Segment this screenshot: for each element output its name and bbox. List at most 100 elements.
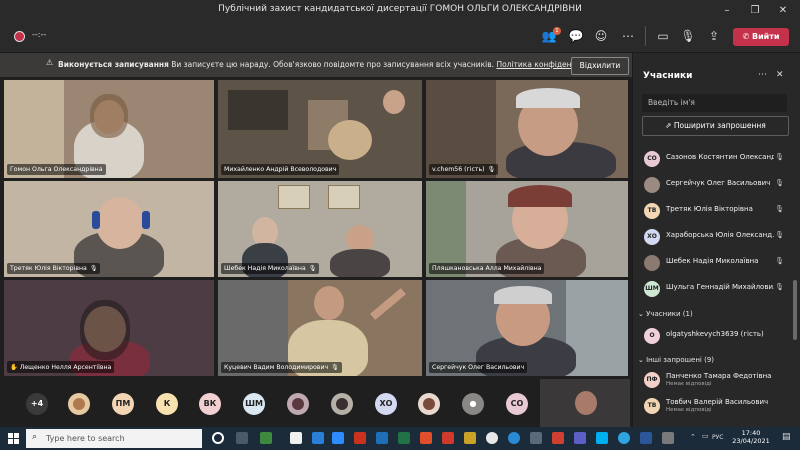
attendees-section-header[interactable]: ⌄ Учасники (1) — [638, 310, 693, 318]
close-icon[interactable]: ✕ — [772, 3, 794, 19]
telegram-icon[interactable] — [618, 432, 630, 444]
file-explorer-icon[interactable] — [464, 432, 476, 444]
cortana-icon[interactable] — [212, 432, 224, 444]
participant-avatar[interactable]: ● — [462, 393, 484, 415]
excel-icon[interactable] — [398, 432, 410, 444]
chat-icon[interactable]: 💬 — [568, 28, 584, 44]
leave-label: Вийти — [751, 32, 780, 41]
share-screen-icon[interactable]: ⇪ — [706, 28, 722, 44]
edge-icon[interactable] — [508, 432, 520, 444]
mic-icon: 🎙 — [89, 265, 98, 272]
amazon-icon[interactable] — [290, 432, 302, 444]
task-view-icon[interactable] — [236, 432, 248, 444]
participant-name: Шебек Надія Миколаївна 🎙 — [221, 263, 320, 274]
participant-row[interactable]: ШМ Шульга Геннадій Михайлови... 🎙 — [638, 279, 788, 299]
participant-row[interactable]: ТВ Товбич Валерій Васильович Немає відпо… — [638, 396, 788, 416]
participant-search-input[interactable]: Введіть ім'я — [642, 94, 787, 112]
video-tile[interactable]: ✋ Лещенко Нелля Арсентіївна — [4, 280, 214, 376]
app-icon[interactable] — [260, 432, 272, 444]
participant-avatar: СО — [644, 151, 660, 167]
more-options-icon[interactable]: ⋯ — [620, 28, 636, 44]
participant-row-name: Сергейчук Олег Васильович — [666, 179, 771, 187]
invited-section-header[interactable]: ⌄ Інші запрошені (9) — [638, 356, 714, 364]
clock-date: 23/04/2021 — [732, 437, 770, 445]
windows-start-icon[interactable] — [8, 433, 19, 444]
window-title: Публічний захист кандидатської дисертаці… — [218, 4, 582, 14]
dismiss-button[interactable]: Відхилити — [571, 57, 629, 75]
participant-avatar[interactable]: ХО — [375, 393, 397, 415]
app-icon[interactable] — [376, 432, 388, 444]
participant-avatar[interactable] — [68, 393, 90, 415]
app-icon[interactable] — [552, 432, 564, 444]
video-tile[interactable]: Гомон Ольга Олександрівна — [4, 80, 214, 178]
participant-avatar[interactable] — [287, 393, 309, 415]
banner-message: Виконується записування Ви записуєте цю … — [58, 60, 604, 69]
participant-avatar: ХО — [644, 229, 660, 245]
teams-icon[interactable] — [574, 432, 586, 444]
app-icon[interactable] — [530, 432, 542, 444]
participant-name: Гомон Ольга Олександрівна — [7, 164, 106, 175]
video-tile[interactable]: Сергейчук Олег Васильович — [426, 280, 628, 376]
video-tile[interactable]: Шебек Надія Миколаївна 🎙 — [218, 181, 422, 277]
mic-off-icon: 🎙 — [775, 231, 784, 239]
camera-off-icon[interactable]: ▭ — [655, 28, 671, 44]
share-invite-button[interactable]: ⇗ Поширити запрошення — [642, 116, 789, 136]
video-tile[interactable]: Третяк Юлія Вікторівна 🎙 — [4, 181, 214, 277]
mic-icon: 🎙 — [487, 166, 496, 173]
participant-row[interactable]: O olgatyshkevych3639 (гість) — [638, 326, 788, 346]
participant-avatar[interactable] — [418, 393, 440, 415]
app-icon[interactable] — [420, 432, 432, 444]
participant-row-name: Шебек Надія Миколаївна — [666, 257, 759, 265]
taskbar-search-input[interactable]: Type here to search — [26, 429, 202, 448]
participant-avatar[interactable]: ПМ — [112, 393, 134, 415]
app-icon[interactable] — [662, 432, 674, 444]
chrome-icon[interactable] — [486, 432, 498, 444]
participant-row-name: olgatyshkevych3639 (гість) — [666, 330, 764, 338]
participant-avatar[interactable]: СО — [506, 393, 528, 415]
clock-time: 17:40 — [741, 429, 761, 437]
zoom-icon[interactable] — [332, 432, 344, 444]
skype-icon[interactable] — [596, 432, 608, 444]
toolbar-divider — [645, 26, 646, 46]
meeting-timer: --:-- — [32, 30, 47, 39]
video-tile[interactable]: Михайленко Андрій Всеволодович — [218, 80, 422, 178]
panel-close-icon[interactable]: ✕ — [776, 70, 784, 80]
participant-row[interactable]: ТВ Третяк Юлія Вікторівна 🎙 — [638, 201, 788, 221]
participant-avatar[interactable]: К — [156, 393, 178, 415]
acrobat-icon[interactable] — [354, 432, 366, 444]
participants-badge: 1 — [553, 27, 561, 35]
word-icon[interactable] — [640, 432, 652, 444]
participant-avatar[interactable]: ШМ — [243, 393, 265, 415]
record-indicator-icon — [14, 31, 25, 42]
participant-row[interactable]: СО Сазонов Костянтин Олександ... 🎙 — [638, 149, 788, 169]
raised-hand-icon: ✋ — [10, 364, 18, 371]
panel-scrollbar[interactable] — [793, 280, 797, 340]
video-tile[interactable]: Куцевич Вадим Володимирович 🎙 — [218, 280, 422, 376]
app-icon[interactable] — [442, 432, 454, 444]
video-tile[interactable]: v.chem56 (гість) 🎙 — [426, 80, 628, 178]
mic-icon: 🎙 — [308, 265, 317, 272]
participant-avatar[interactable]: ВК — [199, 393, 221, 415]
language-indicator[interactable]: РУС — [712, 434, 723, 441]
panel-more-icon[interactable]: ⋯ — [758, 70, 767, 80]
participant-row[interactable]: ПФ Панченко Тамара Федотівна Немає відпо… — [638, 370, 788, 390]
participant-row[interactable]: ХО Хараборська Юлія Олександ... 🎙 — [638, 227, 788, 247]
leave-button[interactable]: ✆ Вийти — [733, 28, 789, 46]
participant-name: Пляшкановська Алла Михайлівна — [429, 263, 545, 274]
minimize-icon[interactable]: – — [716, 3, 738, 19]
maximize-icon[interactable]: ❐ — [744, 3, 766, 19]
participant-row[interactable]: Сергейчук Олег Васильович 🎙 — [638, 175, 788, 195]
network-icon[interactable]: ▭ — [702, 432, 709, 440]
tray-chevron-icon[interactable]: ⌃ — [690, 433, 696, 441]
participant-row[interactable]: Шебек Надія Миколаївна 🎙 — [638, 253, 788, 273]
self-preview — [540, 379, 630, 427]
notifications-icon[interactable]: ▤ — [782, 432, 791, 442]
more-participants-button[interactable]: +4 — [26, 393, 48, 415]
mic-off-icon[interactable]: 🎙 — [680, 28, 696, 44]
participant-avatar[interactable] — [331, 393, 353, 415]
reactions-icon[interactable]: ☺ — [593, 28, 609, 44]
app-icon[interactable] — [312, 432, 324, 444]
banner-text: Ви записуєте цю нараду. Обов'язково пові… — [171, 60, 495, 69]
video-tile[interactable]: Пляшкановська Алла Михайлівна — [426, 181, 628, 277]
taskbar-clock[interactable]: 17:40 23/04/2021 — [730, 429, 772, 445]
